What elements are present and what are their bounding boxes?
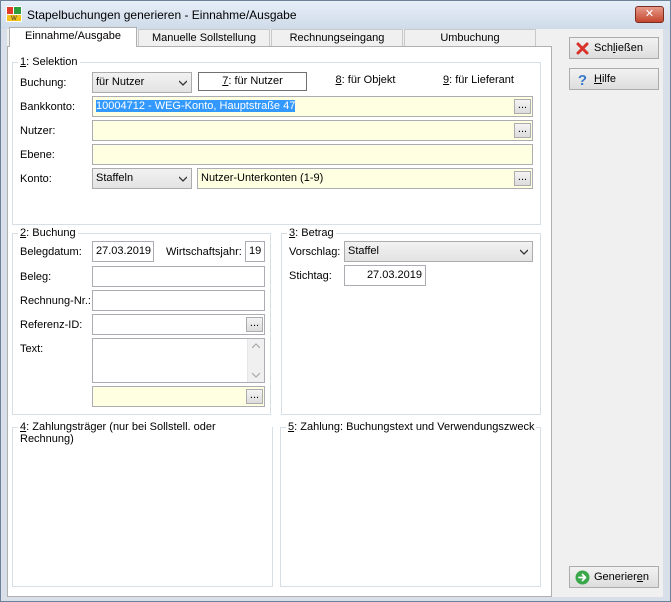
wirtschaftsjahr-field[interactable]: 19 xyxy=(245,241,265,262)
stichtag-label: Stichtag: xyxy=(289,270,332,282)
scroll-down-icon[interactable] xyxy=(252,372,260,378)
bankkonto-field[interactable]: 10004712 - WEG-Konto, Hauptstraße 47 xyxy=(92,96,533,117)
nutzer-label: Nutzer: xyxy=(20,125,56,137)
text-template-field[interactable] xyxy=(92,386,265,407)
nutzer-field[interactable] xyxy=(92,120,533,141)
buchung-label: Buchung: xyxy=(20,77,67,89)
wirtschaftsjahr-label: Wirtschaftsjahr: xyxy=(166,246,242,258)
stichtag-field[interactable]: 27.03.2019 xyxy=(344,265,426,286)
ebene-label: Ebene: xyxy=(20,149,55,161)
text-template-browse-button[interactable]: ... xyxy=(246,389,263,404)
selektion-group-title: 1: Selektion xyxy=(18,56,80,68)
referenz-id-field[interactable] xyxy=(92,314,265,335)
text-area-scrollbar[interactable] xyxy=(247,339,264,382)
bankkonto-browse-button[interactable]: ... xyxy=(514,99,531,114)
help-icon: ? xyxy=(578,72,587,87)
konto-label: Konto: xyxy=(20,173,52,185)
chevron-down-icon xyxy=(520,249,528,255)
tab-einnahme-ausgabe[interactable]: Einnahme/Ausgabe xyxy=(9,27,137,47)
zahlungstraeger-group-title: 4: Zahlungsträger (nur bei Sollstell. od… xyxy=(18,421,272,445)
nutzer-browse-button[interactable]: ... xyxy=(514,123,531,138)
tab-rechnungseingang[interactable]: Rechnungseingang xyxy=(271,29,403,47)
buchung-group-title: 2: Buchung xyxy=(18,227,78,239)
chevron-down-icon xyxy=(179,80,187,86)
tab-umbuchung[interactable]: Umbuchung xyxy=(404,29,536,47)
window-title: Stapelbuchungen generieren - Einnahme/Au… xyxy=(27,8,297,22)
svg-text:?: ? xyxy=(578,72,587,87)
arrow-right-circle-icon xyxy=(575,570,590,585)
ebene-field[interactable] xyxy=(92,144,533,165)
close-icon xyxy=(576,42,589,55)
beleg-label: Beleg: xyxy=(20,271,52,283)
bankkonto-value: 10004712 - WEG-Konto, Hauptstraße 47 xyxy=(96,100,296,112)
rechnung-nr-label: Rechnung-Nr.: xyxy=(20,295,91,307)
betrag-group-title: 3: Betrag xyxy=(287,227,336,239)
konto-select-value: Staffeln xyxy=(96,172,134,184)
referenz-id-browse-button[interactable]: ... xyxy=(246,317,263,332)
buchung-select-value: für Nutzer xyxy=(96,76,145,88)
referenz-id-label: Referenz-ID: xyxy=(20,319,83,331)
rechnung-nr-field[interactable] xyxy=(92,290,265,311)
konto-field[interactable]: Nutzer-Unterkonten (1-9) xyxy=(197,168,533,189)
text-label: Text: xyxy=(20,343,44,355)
konto-select[interactable]: Staffeln xyxy=(92,168,192,189)
vorschlag-select[interactable]: Staffel xyxy=(344,241,533,262)
hilfe-button[interactable]: ? Hilfe xyxy=(569,68,659,90)
app-window: W Stapelbuchungen generieren - Einnahme/… xyxy=(0,0,671,602)
zahlungstraeger-group: 4: Zahlungsträger (nur bei Sollstell. od… xyxy=(12,421,273,587)
tab-manuelle-sollstellung[interactable]: Manuelle Sollstellung xyxy=(138,29,270,47)
zahlung-group-title: 5: Zahlung: Buchungstext und Verwendungs… xyxy=(286,421,537,433)
konto-browse-button[interactable]: ... xyxy=(514,171,531,186)
buchung-select[interactable]: für Nutzer xyxy=(92,72,192,93)
mode-fuer-objekt-button[interactable]: 8: für Objekt xyxy=(311,72,420,91)
app-logo-icon: W xyxy=(6,6,22,22)
vorschlag-select-value: Staffel xyxy=(348,245,379,257)
generieren-button[interactable]: Generieren xyxy=(569,566,659,588)
title-bar: W Stapelbuchungen generieren - Einnahme/… xyxy=(1,1,670,29)
schliessen-button[interactable]: Schließen xyxy=(569,37,659,59)
chevron-down-icon xyxy=(179,176,187,182)
beleg-field[interactable] xyxy=(92,266,265,287)
belegdatum-label: Belegdatum: xyxy=(20,246,82,258)
belegdatum-field[interactable]: 27.03.2019 xyxy=(92,241,154,262)
window-close-button[interactable]: ✕ xyxy=(635,6,664,23)
tab-panel: 1: Selektion Buchung: für Nutzer 7: für … xyxy=(7,46,552,597)
zahlung-group: 5: Zahlung: Buchungstext und Verwendungs… xyxy=(280,421,541,587)
svg-text:W: W xyxy=(11,16,17,22)
mode-fuer-nutzer-button[interactable]: 7: für Nutzer xyxy=(198,72,307,91)
mode-fuer-lieferant-button[interactable]: 9: für Lieferant xyxy=(424,72,533,91)
vorschlag-label: Vorschlag: xyxy=(289,246,341,258)
scroll-up-icon[interactable] xyxy=(252,343,260,349)
bankkonto-label: Bankkonto: xyxy=(20,101,76,113)
dialog-client: Einnahme/Ausgabe Manuelle Sollstellung R… xyxy=(7,27,663,597)
text-area[interactable] xyxy=(92,338,265,383)
